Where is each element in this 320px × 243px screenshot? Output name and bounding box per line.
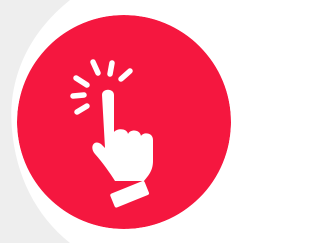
icon-canvas xyxy=(0,0,244,243)
tap-hand-icon xyxy=(17,15,231,229)
tap-action-button[interactable] xyxy=(17,15,231,229)
